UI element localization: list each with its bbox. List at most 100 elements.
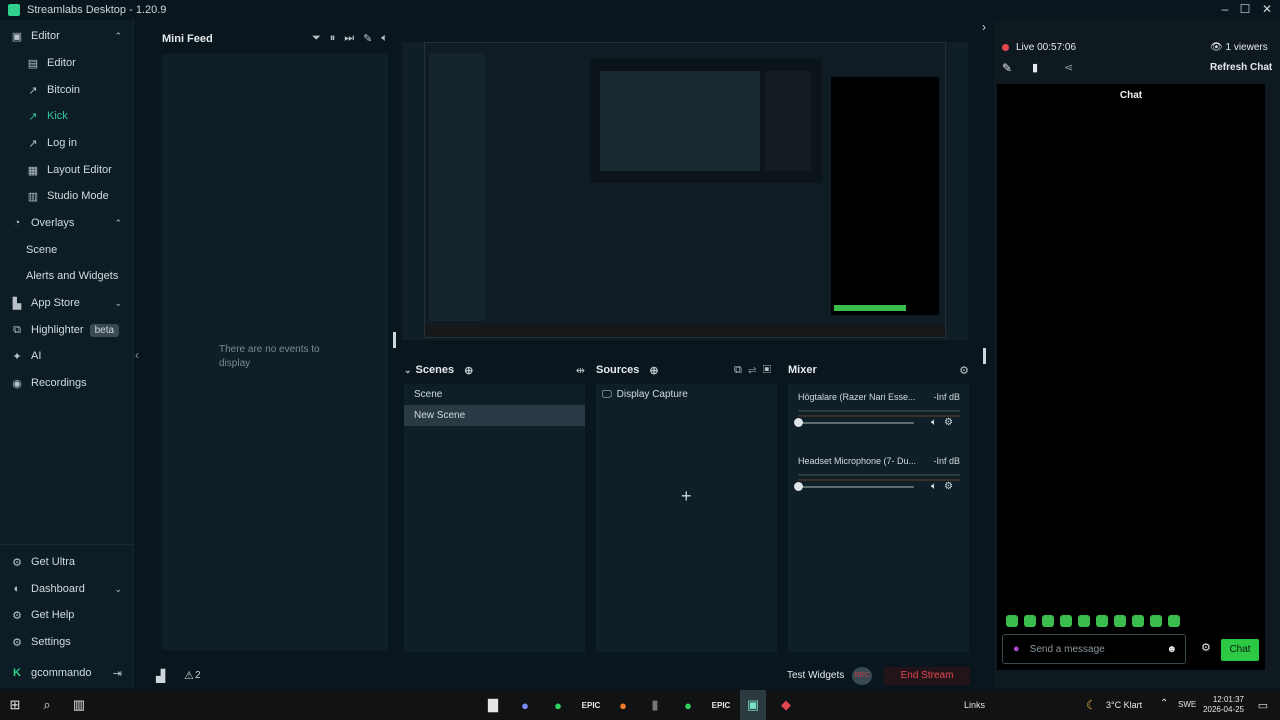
file-explorer-icon[interactable]: ▇ — [480, 690, 506, 720]
edit-icon[interactable]: ✎ — [1002, 61, 1012, 75]
volume-slider[interactable] — [794, 482, 914, 491]
chevron-down-icon[interactable]: ⌄ — [404, 365, 412, 376]
sidebar-item-bitcoin[interactable]: ↗ Bitcoin — [0, 77, 134, 103]
mute-alerts-icon[interactable]: ✎ — [363, 32, 372, 45]
skip-icon[interactable]: ⏭ — [344, 32, 354, 45]
emote-icon[interactable] — [1078, 615, 1090, 627]
task-view-icon[interactable]: ▥ — [66, 690, 92, 720]
send-chat-button[interactable]: Chat — [1221, 639, 1259, 661]
stats-icon[interactable]: ▟ — [156, 669, 165, 683]
spotify-icon[interactable]: ● — [675, 690, 701, 720]
scene-item[interactable]: Scene — [404, 384, 585, 405]
logout-icon[interactable]: ⇥ — [113, 667, 122, 680]
end-stream-button[interactable]: End Stream — [884, 667, 970, 685]
microphone-icon[interactable]: ● — [1013, 643, 1020, 655]
source-item[interactable]: 🖵︎ Display Capture — [596, 384, 777, 405]
gear-icon[interactable]: ⚙ — [944, 417, 953, 428]
emote-icon[interactable] — [1024, 615, 1036, 627]
chevron-up-icon[interactable]: ⌃ — [1160, 698, 1168, 709]
emote-icon[interactable] — [1114, 615, 1126, 627]
emote-bar — [1006, 615, 1180, 627]
links-toolbar[interactable]: Links — [964, 700, 985, 710]
slider-knob[interactable] — [794, 418, 803, 427]
share-icon[interactable]: ⋖ — [1064, 61, 1073, 74]
source-tools-icon[interactable]: ⧉⇌▣ — [734, 364, 777, 377]
editor-footer: ▟ ⚠ 2 Test Widgets REC End Stream — [134, 664, 980, 688]
slider-knob[interactable] — [794, 482, 803, 491]
sidebar-group-editor[interactable]: ▣ Editor ⌃ — [0, 23, 134, 49]
epic-games-icon[interactable]: EPIC — [708, 690, 734, 720]
sidebar-item-settings[interactable]: ⚙ Settings — [0, 629, 134, 655]
speaker-icon[interactable]: 🔈︎ — [931, 481, 937, 492]
stream-preview[interactable] — [402, 42, 968, 340]
emote-icon[interactable] — [1042, 615, 1054, 627]
emote-icon[interactable] — [1006, 615, 1018, 627]
record-button[interactable]: REC — [852, 667, 872, 685]
sidebar-item-studio-mode[interactable]: ▥ Studio Mode — [0, 183, 134, 209]
sidebar-item-dashboard[interactable]: ◐ Dashboard ⌄ — [0, 576, 134, 602]
collapse-sidebar-button[interactable]: ‹ — [135, 348, 139, 362]
pause-icon[interactable]: ⏸ — [330, 32, 336, 45]
sidebar-item-layout-editor[interactable]: ▦ Layout Editor — [0, 157, 134, 183]
gear-icon[interactable]: ⚙ — [1201, 641, 1211, 654]
resize-handle[interactable] — [983, 348, 986, 364]
language-indicator[interactable]: SWE — [1178, 700, 1196, 709]
sidebar-item-alerts-widgets[interactable]: Alerts and Widgets — [0, 263, 134, 289]
sidebar-item-label: Dashboard — [31, 583, 85, 595]
refresh-chat-button[interactable]: Refresh Chat — [1210, 62, 1272, 73]
emote-icon[interactable] — [1096, 615, 1108, 627]
add-source-icon[interactable]: ⊕ — [649, 364, 658, 377]
sidebar-group-app-store[interactable]: ▙ App Store ⌄ — [0, 290, 134, 316]
monitor-icon: 🖵︎ — [602, 389, 612, 400]
alerts-icon[interactable]: ⚠ — [184, 669, 194, 682]
close-button[interactable]: ✕ — [1256, 0, 1278, 20]
discord-icon[interactable]: ● — [512, 690, 538, 720]
gear-icon[interactable]: ⚙ — [944, 481, 953, 492]
video-icon[interactable]: ▮ — [1032, 61, 1038, 74]
sidebar-item-kick[interactable]: ↗ Kick — [0, 103, 134, 129]
sidebar-item-recordings[interactable]: ◉ Recordings — [0, 370, 134, 396]
speaker-icon[interactable]: 🔈︎ — [931, 417, 937, 428]
chevron-up-icon: ⌃ — [114, 30, 122, 41]
maximize-button[interactable]: ☐ — [1234, 0, 1256, 20]
app-icon[interactable]: ▮ — [642, 690, 668, 720]
sidebar-item-label: Editor — [47, 57, 76, 69]
epic-games-icon[interactable]: EPIC — [578, 690, 604, 720]
scene-item[interactable]: New Scene — [404, 405, 585, 426]
sidebar-item-editor[interactable]: ▤ Editor — [0, 50, 134, 76]
weather-text[interactable]: 3°C Klart — [1106, 700, 1142, 710]
sidebar-group-overlays[interactable]: ◔ Overlays ⌃ — [0, 210, 134, 236]
spotify-icon[interactable]: ● — [545, 690, 571, 720]
emote-icon[interactable] — [1132, 615, 1144, 627]
emote-icon[interactable] — [1060, 615, 1072, 627]
chevron-right-icon[interactable]: › — [982, 20, 986, 34]
windows-start-icon[interactable]: ⊞ — [2, 690, 28, 720]
emote-icon[interactable] — [1168, 615, 1180, 627]
emote-icon[interactable] — [1150, 615, 1162, 627]
sidebar-item-label: Kick — [47, 110, 68, 122]
filter-icon[interactable]: ⏷ — [312, 32, 321, 45]
app-icon[interactable]: ◆ — [773, 690, 799, 720]
emoji-icon[interactable]: ☻ — [1166, 644, 1177, 655]
resize-handle[interactable] — [393, 332, 396, 348]
firefox-icon[interactable]: ● — [610, 690, 636, 720]
sidebar-item-get-ultra[interactable]: ⚙ Get Ultra — [0, 549, 134, 575]
clock[interactable]: 12:01:37 2026-04-25 — [1200, 695, 1244, 715]
sidebar-item-scene[interactable]: Scene — [0, 237, 134, 263]
gear-icon[interactable]: ⚙ — [959, 364, 969, 377]
chat-input[interactable]: ● Send a message ☻ — [1002, 634, 1186, 664]
transition-icon[interactable]: ⇹ — [576, 364, 585, 377]
user-account[interactable]: K gcommando ⇥ — [0, 660, 134, 686]
volume-slider[interactable] — [794, 418, 914, 427]
volume-icon[interactable]: 🔈︎ — [381, 32, 388, 45]
search-icon[interactable]: ⌕ — [34, 690, 60, 720]
sidebar-item-login[interactable]: ↗ Log in — [0, 130, 134, 156]
minimize-button[interactable]: – — [1214, 0, 1236, 20]
test-widgets-button[interactable]: Test Widgets — [787, 670, 844, 681]
sidebar-item-ai[interactable]: ✦ AI — [0, 343, 134, 369]
add-scene-icon[interactable]: ⊕ — [464, 364, 473, 377]
sidebar-item-highlighter[interactable]: ⧉ Highlighter beta — [0, 317, 134, 343]
notification-icon[interactable]: ▭ — [1250, 690, 1276, 720]
sidebar-item-get-help[interactable]: ⚙ Get Help — [0, 602, 134, 628]
streamlabs-taskbar-icon[interactable]: ▣ — [740, 690, 766, 720]
